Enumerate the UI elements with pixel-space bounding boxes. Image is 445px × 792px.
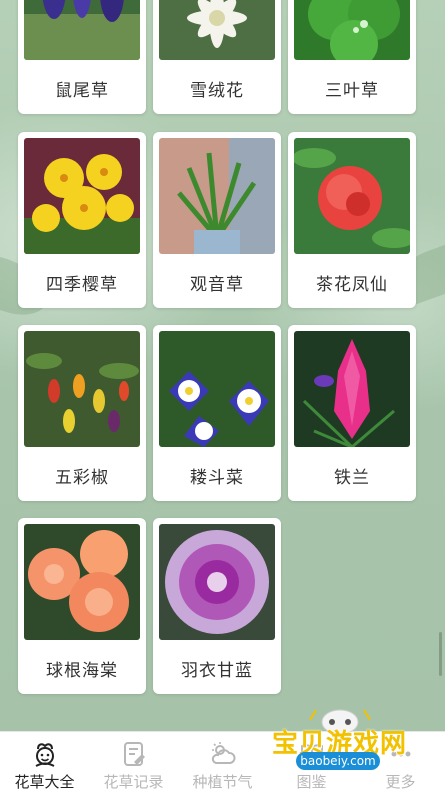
- plant-name: 三叶草: [325, 81, 379, 101]
- plant-name: 五彩椒: [55, 468, 109, 488]
- camellia-balsam-photo: [294, 138, 410, 254]
- plant-card-edelweiss[interactable]: 雪绒花: [153, 0, 281, 114]
- primrose-photo: [24, 138, 140, 254]
- plant-card-columbine[interactable]: 耧斗菜: [153, 325, 281, 501]
- ornamental-kale-photo: [159, 524, 275, 640]
- plant-card-guanyin-grass[interactable]: 观音草: [153, 132, 281, 308]
- plant-name: 茶花凤仙: [316, 275, 388, 295]
- plant-name: 四季樱草: [46, 275, 118, 295]
- plant-name: 铁兰: [334, 468, 370, 488]
- plant-name: 羽衣甘蓝: [181, 661, 253, 681]
- columbine-photo: [159, 331, 275, 447]
- plant-name: 鼠尾草: [55, 81, 109, 101]
- plant-name: 耧斗菜: [190, 468, 244, 488]
- plant-card-primrose[interactable]: 四季樱草: [18, 132, 146, 308]
- plant-card-ornamental-kale[interactable]: 羽衣甘蓝: [153, 518, 281, 694]
- notebook-edit-icon: [124, 742, 145, 766]
- plant-card-camellia-balsam[interactable]: 茶花凤仙: [288, 132, 416, 308]
- tab-label: 种植节气: [192, 773, 253, 791]
- plant-card-sage[interactable]: 鼠尾草: [18, 0, 146, 114]
- guanyin-grass-photo: [159, 138, 275, 254]
- tuberous-begonia-photo: [24, 524, 140, 640]
- plant-card-clover[interactable]: 三叶草: [288, 0, 416, 114]
- sage-photo: [24, 0, 140, 60]
- ornamental-pepper-photo: [24, 331, 140, 447]
- watermark-url: baobeiy.com: [296, 752, 380, 770]
- tab-label: 花草大全: [14, 773, 75, 791]
- tab-label: 花草记录: [103, 773, 164, 791]
- plant-card-ornamental-pepper[interactable]: 五彩椒: [18, 325, 146, 501]
- flower-face-icon: [35, 743, 55, 767]
- plant-card-tillandsia[interactable]: 铁兰: [288, 325, 416, 501]
- tab-planting-seasons[interactable]: 种植节气: [178, 732, 267, 792]
- tab-flower-encyclopedia[interactable]: 花草大全: [0, 732, 89, 792]
- plant-name: 球根海棠: [46, 661, 118, 681]
- weather-cloud-icon: [211, 742, 236, 764]
- tillandsia-photo: [294, 331, 410, 447]
- plant-card-tuberous-begonia[interactable]: 球根海棠: [18, 518, 146, 694]
- edelweiss-photo: [159, 0, 275, 60]
- tab-flower-records[interactable]: 花草记录: [89, 732, 178, 792]
- plant-name: 观音草: [190, 275, 244, 295]
- scrollbar[interactable]: [439, 632, 442, 676]
- plant-name: 雪绒花: [190, 81, 244, 101]
- clover-photo: [294, 0, 410, 60]
